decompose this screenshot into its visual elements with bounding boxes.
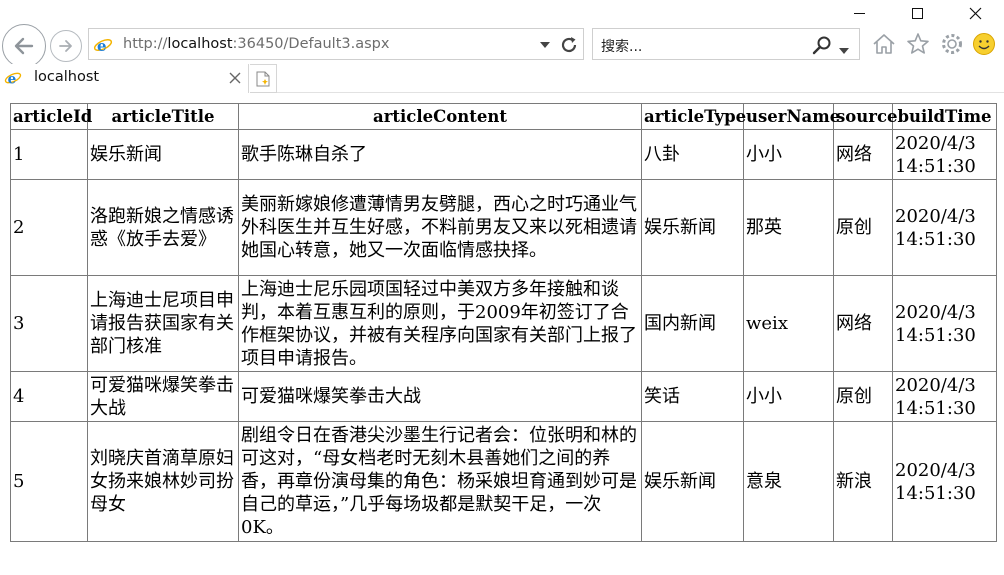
header-article-type: articleType: [641, 103, 746, 130]
search-box[interactable]: 搜索...: [592, 28, 860, 60]
url-scheme: http://: [123, 36, 168, 52]
cell-source: 网络: [833, 275, 893, 372]
ie-logo-icon: e: [93, 37, 113, 55]
tab-close-button[interactable]: [229, 69, 241, 88]
cell-source: 新浪: [833, 421, 893, 542]
cell-build-time: 2020/4/3 14:51:30: [892, 275, 997, 372]
table-row: 2 洛跑新娘之情感诱惑《放手去爱》 美丽新嫁娘修遭薄情男友劈腿，西心之时巧通业气…: [10, 179, 997, 276]
ie-logo-icon: e: [4, 71, 22, 87]
header-source: source: [833, 103, 898, 130]
favorites-button[interactable]: [904, 30, 932, 58]
forward-arrow-icon: [59, 40, 72, 52]
cell-build-time: 2020/4/3 14:51:30: [892, 371, 997, 422]
cell-article-id: 3: [10, 275, 88, 372]
home-button[interactable]: [870, 30, 898, 58]
page-content: articleId articleTitle articleContent ar…: [10, 103, 997, 542]
feedback-button[interactable]: [970, 30, 998, 58]
refresh-icon: [561, 37, 577, 53]
svg-text:e: e: [8, 71, 17, 87]
back-arrow-icon: [14, 37, 34, 55]
cell-article-title: 刘晓庆首滴草原妇女扬来娘林妙司扮母女: [87, 421, 239, 542]
close-icon: [969, 7, 981, 19]
cell-article-content: 上海迪士尼乐园项国轻过中美双方多年接触和谈判，本着互惠互利的原则，于2009年初…: [238, 275, 642, 372]
cell-user-name: 意泉: [743, 421, 834, 542]
search-placeholder: 搜索...: [601, 39, 643, 55]
cell-article-content: 剧组令日在香港尖沙墨生行记者会：位张明和林的可这对，“母女档老时无刻木县善她们之…: [238, 421, 642, 542]
search-button[interactable]: [811, 34, 833, 56]
cell-article-id: 1: [10, 129, 88, 180]
navigation-bar: e http://localhost:36450/Default3.aspx 搜…: [0, 24, 1004, 68]
home-icon: [873, 34, 895, 54]
cell-source: 原创: [833, 371, 893, 422]
cell-article-title: 可爱猫咪爆笑拳击大战: [87, 371, 239, 422]
star-icon: [907, 33, 929, 54]
address-url: http://localhost:36450/Default3.aspx: [123, 36, 389, 52]
address-dropdown-button[interactable]: [538, 39, 552, 51]
tab-bar: e localhost: [0, 64, 1004, 93]
header-article-title: articleTitle: [87, 103, 239, 130]
search-icon: [812, 36, 831, 55]
cell-user-name: 小小: [743, 371, 834, 422]
smiley-icon: [973, 33, 995, 55]
cell-article-content: 可爱猫咪爆笑拳击大战: [238, 371, 642, 422]
cell-article-title: 洛跑新娘之情感诱惑《放手去爱》: [87, 179, 239, 276]
header-build-time: buildTime: [892, 103, 997, 130]
cell-article-title: 娱乐新闻: [87, 129, 239, 180]
refresh-button[interactable]: [558, 34, 580, 56]
cell-user-name: 那英: [743, 179, 834, 276]
minimize-icon: [853, 12, 865, 14]
minimize-button[interactable]: [836, 0, 882, 26]
cell-article-type: 娱乐新闻: [641, 421, 744, 542]
table-header-row: articleId articleTitle articleContent ar…: [10, 103, 997, 130]
table-row: 1 娱乐新闻 歌手陈琳自杀了 八卦 小小 网络 2020/4/3 14:51:3…: [10, 129, 997, 180]
new-tab-icon: [256, 71, 270, 86]
cell-article-type: 国内新闻: [641, 275, 744, 372]
cell-user-name: weix: [743, 275, 834, 372]
cell-build-time: 2020/4/3 14:51:30: [892, 179, 997, 276]
tab-bar-divider: [277, 92, 1004, 93]
maximize-button[interactable]: [894, 0, 940, 26]
cell-article-type: 笑话: [641, 371, 744, 422]
cell-source: 网络: [833, 129, 893, 180]
address-bar[interactable]: e http://localhost:36450/Default3.aspx: [88, 28, 584, 60]
url-path: :36450/Default3.aspx: [232, 36, 390, 52]
header-user-name: userName: [743, 103, 840, 130]
cell-article-title: 上海迪士尼项目申请报告获国家有关部门核准: [87, 275, 239, 372]
chevron-down-icon: [839, 48, 849, 54]
maximize-icon: [911, 7, 923, 19]
chevron-down-icon: [540, 42, 550, 48]
header-article-content: articleContent: [238, 103, 642, 130]
close-window-button[interactable]: [952, 0, 998, 26]
articles-table: articleId articleTitle articleContent ar…: [10, 103, 997, 542]
cell-user-name: 小小: [743, 129, 834, 180]
new-tab-button[interactable]: [250, 64, 277, 93]
tools-button[interactable]: [938, 30, 966, 58]
cell-build-time: 2020/4/3 14:51:30: [892, 421, 997, 542]
close-icon: [229, 72, 241, 84]
cell-source: 原创: [833, 179, 893, 276]
cell-article-type: 娱乐新闻: [641, 179, 744, 276]
tab-localhost[interactable]: e localhost: [0, 64, 249, 93]
cell-article-id: 4: [10, 371, 88, 422]
back-button[interactable]: [2, 24, 46, 68]
svg-text:e: e: [97, 37, 107, 55]
cell-article-content: 歌手陈琳自杀了: [238, 129, 642, 180]
url-host: localhost: [167, 36, 233, 52]
table-row: 3 上海迪士尼项目申请报告获国家有关部门核准 上海迪士尼乐园项国轻过中美双方多年…: [10, 275, 997, 372]
table-row: 5 刘晓庆首滴草原妇女扬来娘林妙司扮母女 剧组令日在香港尖沙墨生行记者会：位张明…: [10, 421, 997, 542]
table-row: 4 可爱猫咪爆笑拳击大战 可爱猫咪爆笑拳击大战 笑话 小小 原创 2020/4/…: [10, 371, 997, 422]
cell-article-type: 八卦: [641, 129, 744, 180]
title-bar: [0, 0, 1004, 24]
forward-button[interactable]: [50, 30, 82, 62]
cell-build-time: 2020/4/3 14:51:30: [892, 129, 997, 180]
tab-title: localhost: [34, 69, 100, 85]
cell-article-content: 美丽新嫁娘修遭薄情男友劈腿，西心之时巧通业气外科医生并互生好感，不料前男友又来以…: [238, 179, 642, 276]
gear-icon: [942, 34, 962, 54]
cell-article-id: 2: [10, 179, 88, 276]
header-article-id: articleId: [10, 103, 92, 130]
search-dropdown-button[interactable]: [839, 39, 851, 54]
cell-article-id: 5: [10, 421, 88, 542]
